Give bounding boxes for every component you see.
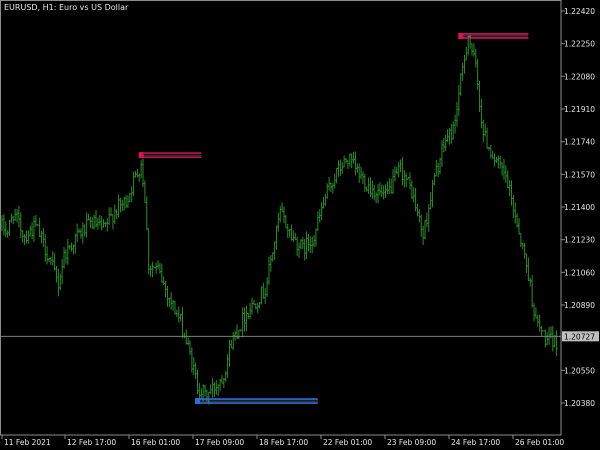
price-axis-label: 1.20550 <box>564 366 595 375</box>
level-arrow-icon <box>458 32 464 39</box>
current-price-label: 1.20727 <box>564 332 595 341</box>
level-arrow-icon <box>195 398 201 405</box>
time-axis-label: 26 Feb 01:00 <box>515 438 564 447</box>
time-axis-label: 18 Feb 17:00 <box>259 438 308 447</box>
price-axis-label: 1.20380 <box>564 399 595 408</box>
price-axis-label: 1.20890 <box>564 301 595 310</box>
price-bar <box>542 330 545 332</box>
time-axis-label: 11 Feb 2021 <box>4 438 51 447</box>
price-axis-label: 1.22250 <box>564 40 595 49</box>
time-axis-label: 12 Feb 17:00 <box>67 438 116 447</box>
price-axis-label: 1.21570 <box>564 170 595 179</box>
price-axis-label: 1.21230 <box>564 236 595 245</box>
time-axis-label: 23 Feb 09:00 <box>387 438 436 447</box>
chart-title: EURUSD, H1: Euro vs US Dollar <box>4 3 129 12</box>
price-axis-label: 1.21400 <box>564 203 595 212</box>
time-axis-label: 22 Feb 01:00 <box>323 438 372 447</box>
time-axis-label: 24 Feb 17:00 <box>451 438 500 447</box>
price-axis-label: 1.22080 <box>564 72 595 81</box>
chart-window[interactable]: 1.22420 1.22250 1.22080 1.21910 1.21740 1.215… <box>0 0 600 450</box>
price-chart[interactable]: 1.22420 1.22250 1.22080 1.21910 1.21740 1.215… <box>0 0 600 450</box>
price-axis-label: 1.22420 <box>564 7 595 16</box>
time-axis-label: 16 Feb 01:00 <box>131 438 180 447</box>
time-axis-label: 17 Feb 09:00 <box>195 438 244 447</box>
price-axis-label: 1.21740 <box>564 138 595 147</box>
level-arrow-icon <box>138 152 144 159</box>
price-axis-label: 1.21060 <box>564 268 595 277</box>
price-axis-label: 1.21910 <box>564 105 595 114</box>
